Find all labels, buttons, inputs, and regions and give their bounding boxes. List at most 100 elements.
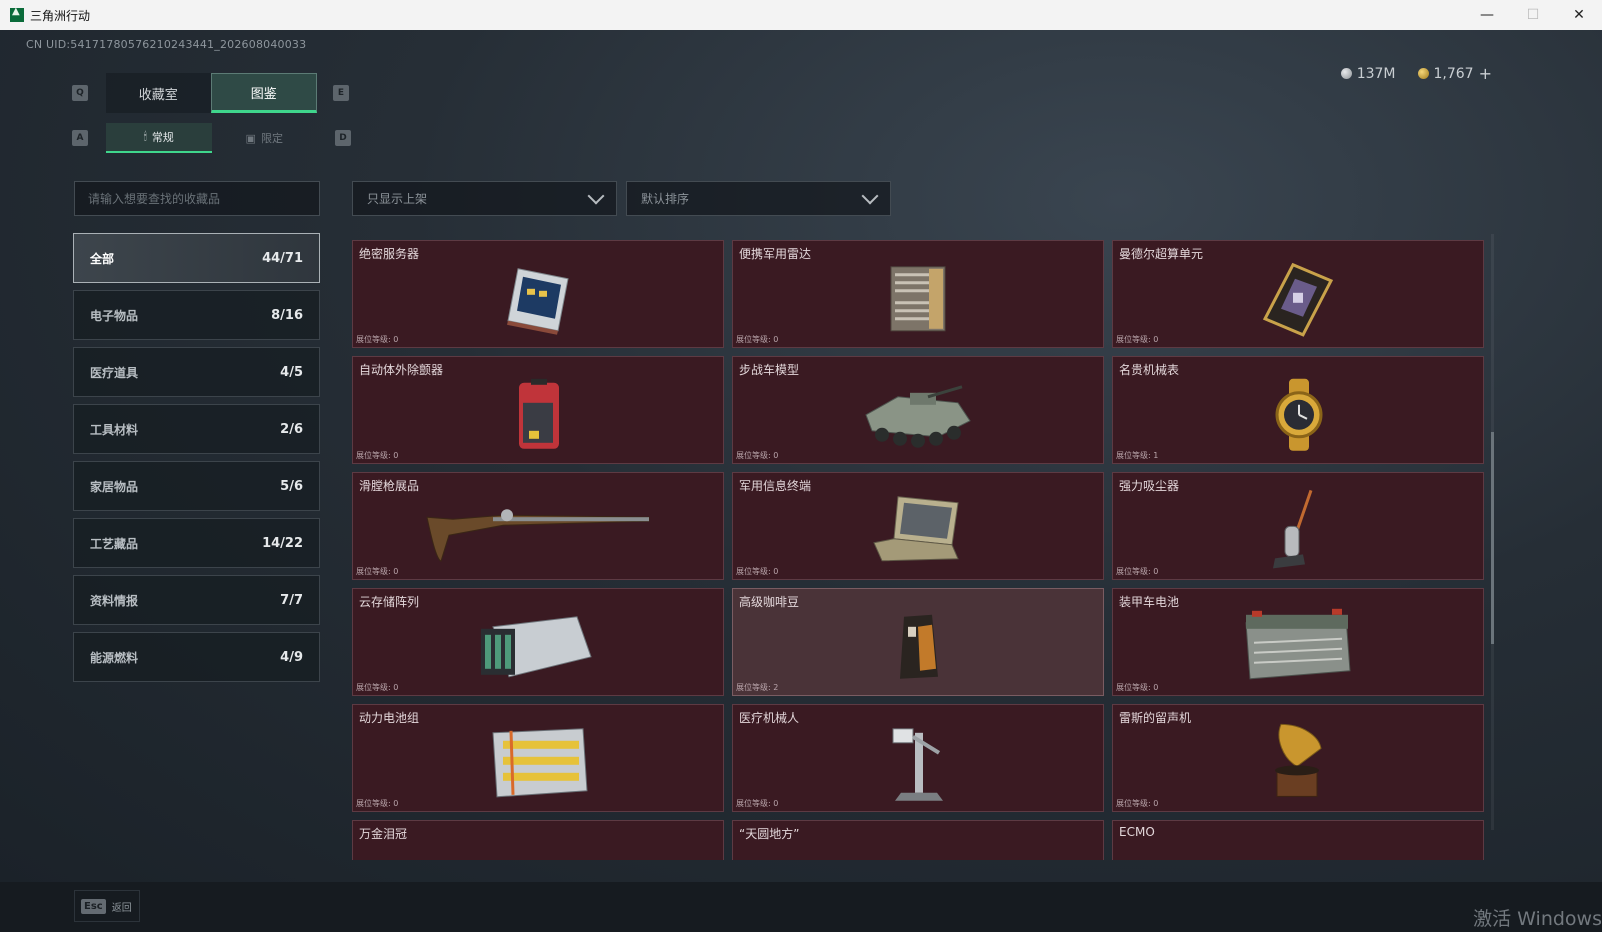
window-title: 三角洲行动: [30, 8, 91, 23]
defibrillator-icon: [519, 378, 559, 449]
collectible-card[interactable]: 军用信息终端 展位等级: 0: [732, 472, 1104, 580]
item-name: 名贵机械表: [1119, 363, 1180, 377]
collectible-card[interactable]: 曼德尔超算单元 展位等级: 0: [1112, 240, 1484, 348]
item-name: ECMO: [1119, 825, 1155, 839]
main-tabs: 收藏室 图鉴: [106, 73, 317, 113]
category-label: 全部: [90, 251, 115, 266]
sort-dropdown-label: 默认排序: [641, 192, 690, 206]
item-name: 万金泪冠: [359, 827, 408, 841]
item-level: 展位等级: 0: [356, 799, 399, 808]
silver-amount: 137M: [1356, 65, 1396, 82]
grid-scrollbar[interactable]: [1491, 234, 1494, 830]
collectible-card[interactable]: 高级咖啡豆 展位等级: 2: [732, 588, 1104, 696]
back-button[interactable]: Esc 返回: [74, 890, 140, 922]
collectible-card[interactable]: “天圆地方”: [732, 820, 1104, 860]
maximize-button[interactable]: ☐: [1510, 0, 1556, 30]
sub-tabs: 🕯 常规 ▣ 限定: [106, 123, 317, 153]
filter-dropdown[interactable]: 只显示上架: [352, 181, 617, 216]
tab-catalog[interactable]: 图鉴: [210, 73, 317, 113]
category-intel[interactable]: 资料情报 7/7: [73, 575, 320, 625]
subtab-limited[interactable]: ▣ 限定: [212, 123, 318, 153]
collectible-card[interactable]: 步战车模型 展位等级: 0: [732, 356, 1104, 464]
game-viewport: CN UID:54171780576210243441_202608040033…: [0, 30, 1602, 882]
category-electronics[interactable]: 电子物品 8/16: [73, 290, 320, 340]
tab-collection-room[interactable]: 收藏室: [106, 73, 211, 113]
player-uid: CN UID:54171780576210243441_202608040033: [26, 38, 307, 51]
item-name: 强力吸尘器: [1119, 479, 1180, 493]
item-name: 高级咖啡豆: [739, 595, 800, 609]
terminal-icon: [873, 496, 959, 562]
item-name: 滑膛枪展品: [359, 479, 420, 493]
collectible-card[interactable]: 云存储阵列 展位等级: 0: [352, 588, 724, 696]
category-label: 工具材料: [90, 422, 139, 437]
silver-coin-icon: [1340, 68, 1352, 79]
item-level: 展位等级: 0: [1116, 683, 1159, 692]
collectible-card[interactable]: 雷斯的留声机 展位等级: 0: [1112, 704, 1484, 812]
storage-array-icon: [481, 616, 592, 678]
chevron-down-icon: [587, 187, 605, 204]
radar-icon: [890, 266, 946, 332]
collectible-card[interactable]: 强力吸尘器 展位等级: 0: [1112, 472, 1484, 580]
gold-coin-icon: [1417, 68, 1429, 79]
category-label: 工艺藏品: [90, 536, 139, 551]
collectible-card[interactable]: 动力电池组 展位等级: 0: [352, 704, 724, 812]
item-level: 展位等级: 0: [1116, 799, 1159, 808]
item-level: 展位等级: 0: [356, 451, 399, 460]
ifv-model-icon: [865, 385, 971, 448]
category-medical[interactable]: 医疗道具 4/5: [73, 347, 320, 397]
add-currency-button[interactable]: +: [1479, 64, 1492, 83]
window-controls: — ☐ ✕: [1464, 0, 1602, 30]
item-level: 展位等级: 0: [736, 799, 779, 808]
windows-activation-watermark: 激活 Windows: [1473, 908, 1602, 930]
collectible-card[interactable]: 万金泪冠: [352, 820, 724, 860]
category-count: 7/7: [280, 592, 303, 608]
collectible-card[interactable]: 装甲车电池 展位等级: 0: [1112, 588, 1484, 696]
item-level: 展位等级: 0: [356, 335, 399, 344]
category-count: 8/16: [271, 307, 303, 323]
category-count: 4/9: [280, 649, 303, 665]
item-name: 自动体外除颤器: [359, 363, 444, 377]
collectible-card[interactable]: 便携军用雷达 展位等级: 0: [732, 240, 1104, 348]
vacuum-icon: [1273, 489, 1313, 569]
collectible-card[interactable]: 自动体外除颤器 展位等级: 0: [352, 356, 724, 464]
collectible-card[interactable]: 绝密服务器 展位等级: 0: [352, 240, 724, 348]
close-button[interactable]: ✕: [1556, 0, 1602, 30]
gold-amount: 1,767: [1433, 65, 1474, 82]
collectible-card[interactable]: 名贵机械表 展位等级: 1: [1112, 356, 1484, 464]
category-all[interactable]: 全部 44/71: [73, 233, 320, 283]
vehicle-battery-icon: [1245, 608, 1351, 680]
minimize-button[interactable]: —: [1464, 0, 1510, 30]
item-name: 曼德尔超算单元: [1119, 247, 1204, 261]
category-energy[interactable]: 能源燃料 4/9: [73, 632, 320, 682]
category-count: 2/6: [280, 421, 303, 437]
sort-dropdown[interactable]: 默认排序: [626, 181, 891, 216]
item-level: 展位等级: 2: [736, 683, 779, 692]
item-name: 云存储阵列: [359, 595, 420, 609]
category-label: 医疗道具: [90, 365, 139, 380]
key-hint-next-tab: E: [333, 85, 349, 101]
collectible-card[interactable]: 滑膛枪展品 展位等级: 0: [352, 472, 724, 580]
item-name: 军用信息终端: [739, 479, 812, 493]
category-household[interactable]: 家居物品 5/6: [73, 461, 320, 511]
category-tools[interactable]: 工具材料 2/6: [73, 404, 320, 454]
gold-currency: 1,767 +: [1417, 64, 1492, 83]
supercomputer-chip-icon: [1262, 262, 1334, 337]
key-hint-prev-tab: Q: [72, 85, 88, 101]
item-level: 展位等级: 1: [1116, 451, 1159, 460]
subtab-regular-label: 常规: [151, 131, 174, 144]
category-count: 5/6: [280, 478, 303, 494]
chevron-down-icon: [861, 187, 879, 204]
scrollbar-thumb[interactable]: [1491, 432, 1494, 644]
category-crafts[interactable]: 工艺藏品 14/22: [73, 518, 320, 568]
subtab-regular[interactable]: 🕯 常规: [106, 123, 212, 153]
item-name: 便携军用雷达: [739, 247, 812, 261]
category-label: 家居物品: [90, 479, 139, 494]
currency-display: 137M 1,767 +: [1340, 64, 1492, 83]
item-level: 展位等级: 0: [736, 335, 779, 344]
collectible-card[interactable]: ECMO: [1112, 820, 1484, 860]
musket-icon: [426, 509, 650, 562]
item-name: 动力电池组: [359, 711, 420, 725]
coffee-bag-icon: [900, 614, 938, 679]
collectible-search-input[interactable]: [74, 181, 320, 216]
collectible-card[interactable]: 医疗机械人 展位等级: 0: [732, 704, 1104, 812]
